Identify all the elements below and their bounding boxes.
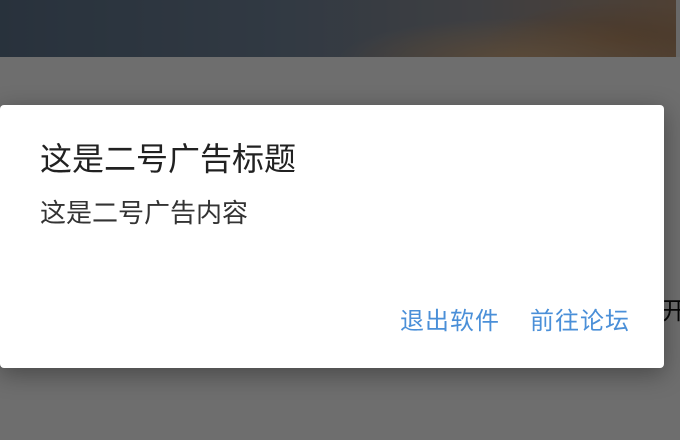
app-screen: 开 这是二号广告标题 这是二号广告内容 退出软件 前往论坛: [0, 0, 680, 440]
dialog-actions: 退出软件 前往论坛: [400, 303, 630, 339]
exit-app-button[interactable]: 退出软件: [400, 303, 500, 339]
dialog-title: 这是二号广告标题: [40, 140, 297, 178]
dialog-message: 这是二号广告内容: [40, 199, 249, 229]
go-to-forum-button[interactable]: 前往论坛: [530, 303, 630, 339]
ad-dialog: 这是二号广告标题 这是二号广告内容 退出软件 前往论坛: [0, 105, 664, 368]
